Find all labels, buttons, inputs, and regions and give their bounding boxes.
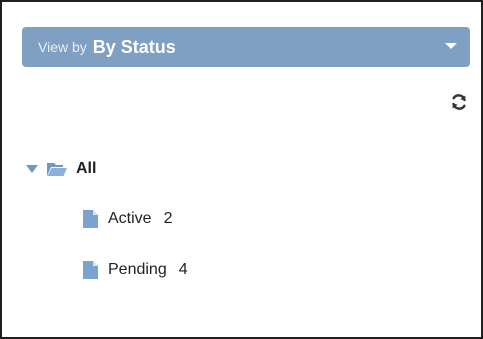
tree-item-active[interactable]: Active 2: [82, 207, 172, 231]
tree-item-label: Active: [108, 210, 152, 227]
refresh-icon[interactable]: [450, 93, 468, 111]
tree-node-label: All: [76, 160, 97, 177]
folder-open-icon: [47, 163, 67, 176]
tree-node-all[interactable]: All: [26, 157, 96, 181]
view-by-label: View by: [38, 39, 87, 55]
status-tree-panel: View by By Status All Active 2 Pending 4: [0, 0, 483, 339]
view-by-dropdown[interactable]: View by By Status: [22, 27, 470, 67]
tree-item-label: Pending: [108, 261, 167, 278]
item-count-badge: 4: [178, 261, 188, 278]
item-count-badge: 2: [163, 210, 173, 227]
file-icon: [83, 210, 98, 228]
view-by-selected-value: By Status: [92, 36, 176, 57]
file-icon: [83, 261, 98, 279]
tree-item-pending[interactable]: Pending 4: [82, 258, 188, 282]
chevron-down-icon: [445, 43, 457, 49]
expand-toggle-icon[interactable]: [26, 165, 38, 173]
